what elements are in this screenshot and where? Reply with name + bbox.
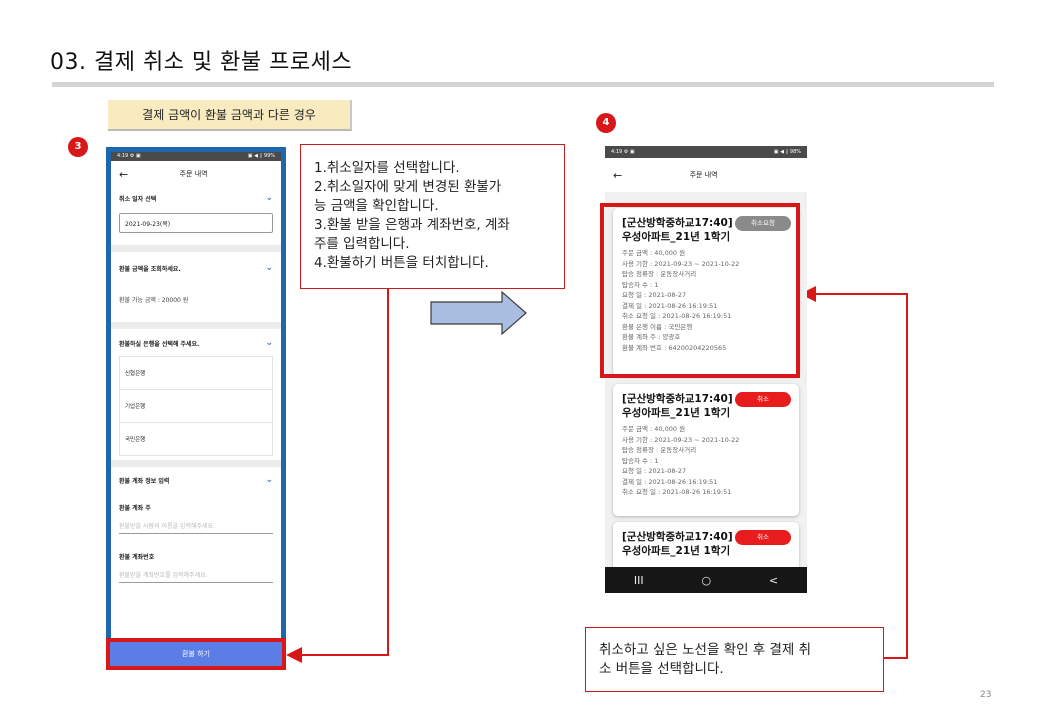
status-bar: 4:19 ⚙ ▣ ▣ ◀ ▯ 98% xyxy=(605,146,807,158)
page-number: 23 xyxy=(980,690,992,700)
home-icon[interactable]: ○ xyxy=(701,574,711,587)
account-number-label: 환불 계좌번호 xyxy=(119,554,155,561)
refund-button[interactable]: 환불 하기 xyxy=(106,638,286,670)
refund-amount-header[interactable]: 환불 금액을 조회하세요. ⌄ xyxy=(119,252,273,284)
recent-apps-icon[interactable]: III xyxy=(634,574,644,587)
holder-label: 환불 계좌 주 xyxy=(119,505,151,512)
detail-line: 주문 금액 : 40,000 원 xyxy=(622,425,686,433)
cancel-date-label: 취소 일자 선택 xyxy=(119,195,157,203)
note-line: 취소하고 싶은 노선을 확인 후 결제 취 xyxy=(599,642,812,658)
highlight-frame xyxy=(600,203,800,378)
chevron-down-icon: ⌄ xyxy=(265,193,273,203)
instruction-line: 주를 입력합니다. xyxy=(314,236,410,252)
flow-arrow-icon xyxy=(430,291,527,335)
section-divider xyxy=(111,245,281,252)
connector-instructions-to-refund xyxy=(286,289,389,663)
account-section: 환불 계좌 정보 입력 ⌄ 환불 계좌 주 환불받을 사람의 이름을 입력해주세… xyxy=(111,467,281,583)
section-divider xyxy=(111,460,281,467)
cancel-date-field[interactable]: 2021-09-23(목) xyxy=(119,213,273,233)
chevron-down-icon: ⌄ xyxy=(265,338,273,348)
status-icons: ▣ ◀ ▯ 98% xyxy=(773,149,801,155)
section-divider xyxy=(111,322,281,329)
instruction-line: 4.환불하기 버튼을 터치합니다. xyxy=(314,255,489,271)
refund-amount-label: 환불 금액을 조회하세요. xyxy=(119,265,181,273)
note-line: 소 버튼을 선택합니다. xyxy=(599,661,724,677)
chevron-down-icon: ⌄ xyxy=(265,475,273,485)
refund-amount-value: 환불 가능 금액 : 20000 원 xyxy=(119,296,189,304)
back-arrow-icon[interactable]: ← xyxy=(119,168,128,181)
refund-phone-screen: 4:19 ⚙ ▣ ▣ ◀ ▯ 99% ← 주문 내역 취소 일자 선택 ⌄ 20… xyxy=(106,147,286,669)
account-info-label: 환불 계좌 정보 입력 xyxy=(119,477,170,485)
app-header: ← 주문 내역 xyxy=(111,161,281,187)
instruction-box: 1.취소일자를 선택합니다. 2.취소일자에 맞게 변경된 환불가 능 금액을 … xyxy=(300,144,565,289)
bank-option[interactable]: 국민은행 xyxy=(119,422,273,456)
detail-line: 탑승자 수 : 1 xyxy=(622,456,659,465)
card-subtitle: 우성아파트_21년 1학기 xyxy=(622,407,731,419)
refund-amount-section: 환불 금액을 조회하세요. ⌄ 환불 가능 금액 : 20000 원 xyxy=(111,252,281,329)
cancel-button[interactable]: 취소 xyxy=(735,392,791,407)
back-arrow-icon[interactable]: ← xyxy=(613,169,622,182)
holder-input[interactable]: 환불받을 사람의 이름을 입력해주세요. xyxy=(119,518,273,534)
cancel-date-header[interactable]: 취소 일자 선택 ⌄ xyxy=(119,187,273,209)
bank-section: 환불하실 은행을 선택해 주세요. ⌄ 신협은행 기업은행 국민은행 xyxy=(111,329,281,467)
note-box: 취소하고 싶은 노선을 확인 후 결제 취 소 버튼을 선택합니다. xyxy=(585,627,884,692)
status-bar: 4:19 ⚙ ▣ ▣ ◀ ▯ 99% xyxy=(111,152,281,161)
bank-option[interactable]: 기업은행 xyxy=(119,389,273,423)
account-number-input[interactable]: 환불받을 계좌번호를 입력해주세요. xyxy=(119,567,273,583)
detail-line: 결제 일 : 2021-08-26 16:19:51 xyxy=(622,477,718,486)
bank-header[interactable]: 환불하실 은행을 선택해 주세요. ⌄ xyxy=(119,329,273,357)
instruction-line: 3.환불 받을 은행과 계좌번호, 계좌 xyxy=(314,217,510,233)
detail-line: 사용 기한 : 2021-09-23 ~ 2021-10-22 xyxy=(622,435,740,444)
header-title: 주문 내역 xyxy=(689,171,718,179)
detail-line: 취소 요청 일 : 2021-08-26 16:19:51 xyxy=(622,488,732,496)
instruction-line: 2.취소일자에 맞게 변경된 환불가 xyxy=(314,179,502,195)
connector-note-to-card xyxy=(800,286,908,659)
cancel-button[interactable]: 취소 xyxy=(735,530,791,545)
account-header[interactable]: 환불 계좌 정보 입력 ⌄ xyxy=(119,467,273,493)
chevron-down-icon: ⌄ xyxy=(265,263,273,273)
status-time: 4:19 ⚙ ▣ xyxy=(611,149,635,155)
card-details: 주문 금액 : 40,000 원 사용 기한 : 2021-09-23 ~ 20… xyxy=(622,424,791,498)
back-icon[interactable]: < xyxy=(769,574,778,587)
instruction-line: 1.취소일자를 선택합니다. xyxy=(314,160,460,176)
header-title: 주문 내역 xyxy=(179,170,208,178)
status-time: 4:19 ⚙ ▣ xyxy=(117,153,141,159)
detail-line: 요청 일 : 2021-08-27 xyxy=(622,467,687,475)
order-card: [군산방학중하교17:40] 우성아파트_21년 1학기 취소 주문 금액 : … xyxy=(613,384,799,516)
bank-option[interactable]: 신협은행 xyxy=(119,356,273,390)
detail-line: 탑승 정류장 : 운동장사거리 xyxy=(622,446,697,454)
cancel-date-section: 취소 일자 선택 ⌄ 2021-09-23(목) xyxy=(111,187,281,252)
bank-label: 환불하실 은행을 선택해 주세요. xyxy=(119,340,200,348)
android-nav-bar: III ○ < xyxy=(605,567,807,593)
card-subtitle: 우성아파트_21년 1학기 xyxy=(622,545,731,557)
app-header: ← 주문 내역 xyxy=(605,158,807,192)
instruction-line: 능 금액을 확인합니다. xyxy=(314,198,439,214)
status-icons: ▣ ◀ ▯ 99% xyxy=(247,153,275,159)
